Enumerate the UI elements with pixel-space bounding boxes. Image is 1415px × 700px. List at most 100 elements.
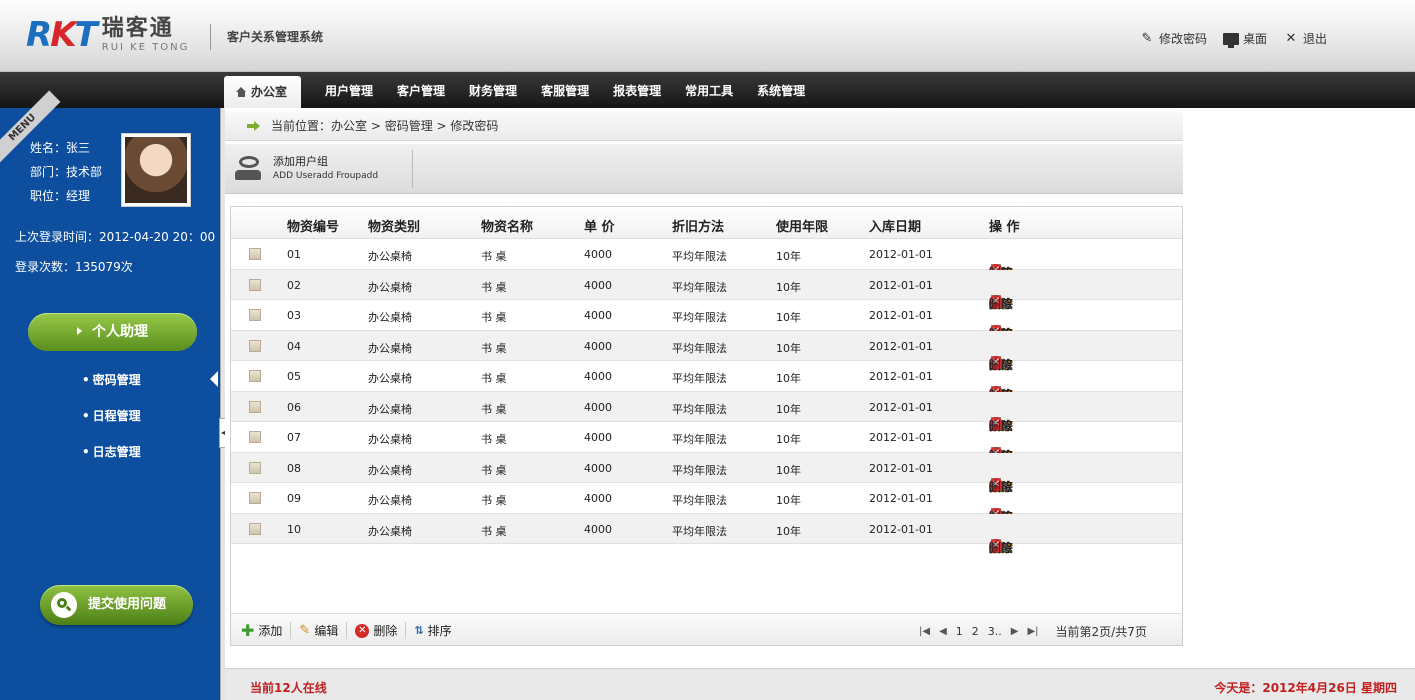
main-nav: 办公室 用户管理 客户管理 财务管理 客服管理 报表管理 常用工具 系统管理: [224, 72, 817, 108]
submit-issue-label: 提交使用问题: [88, 597, 167, 612]
nav-tab-system[interactable]: 系统管理: [745, 72, 817, 108]
system-title: 客户关系管理系统: [227, 30, 324, 44]
cell-date: 2012-01-01: [869, 522, 933, 536]
cell-category: 办公桌椅: [368, 280, 412, 294]
cell-id: 10: [287, 522, 301, 536]
cell-date: 2012-01-01: [869, 248, 933, 261]
app-header: RKT 瑞客通 RUI KE TONG 客户关系管理系统 ✎ 修改密码 桌面 ✕…: [0, 0, 1415, 72]
cell-price: 4000: [584, 522, 612, 536]
row-checkbox[interactable]: [249, 339, 261, 352]
change-password-link[interactable]: ✎ 修改密码: [1139, 30, 1207, 47]
nav-tab-reports[interactable]: 报表管理: [601, 72, 673, 108]
cell-category: 办公桌椅: [368, 433, 412, 446]
header-divider: [210, 24, 211, 50]
cell-method: 平均年限法: [672, 402, 727, 416]
cell-years: 10年: [776, 433, 801, 446]
cell-id: 05: [287, 370, 301, 383]
row-checkbox[interactable]: [249, 431, 261, 443]
sidebar-item-label: 日志管理: [92, 445, 141, 459]
cell-category: 办公桌椅: [368, 463, 412, 477]
sidebar-item-schedule[interactable]: • 日程管理: [82, 406, 141, 442]
logout-link[interactable]: ✕ 退出: [1283, 30, 1327, 47]
row-checkbox[interactable]: [249, 278, 261, 291]
cell-price: 4000: [584, 370, 612, 383]
delete-button[interactable]: ✕ 删除: [355, 622, 407, 639]
add-user-group-button[interactable]: 添加用户组 ADD Useradd Froupadd: [233, 150, 414, 188]
prev-page-icon[interactable]: ◀: [939, 626, 947, 637]
row-checkbox[interactable]: [249, 248, 261, 260]
cell-years: 10年: [776, 463, 801, 477]
breadcrumb: 当前位置： 办公室 > 密码管理 > 修改密码: [225, 111, 1183, 141]
avatar-image: [125, 137, 187, 203]
table-body: 01办公桌椅书 桌4000平均年限法10年2012-01-01发放⚒维修报废✕删…: [231, 239, 1182, 555]
cell-method: 平均年限法: [672, 250, 727, 263]
row-checkbox[interactable]: [249, 370, 261, 382]
column-header-actions: 操 作: [989, 220, 1020, 235]
cell-date: 2012-01-01: [869, 278, 933, 292]
table-row: 03办公桌椅书 桌4000平均年限法10年2012-01-01发放⚒维修报废✕删…: [231, 300, 1182, 341]
cell-price: 4000: [584, 400, 612, 414]
cell-price: 4000: [584, 309, 612, 322]
page-2[interactable]: 2: [972, 625, 979, 638]
nav-tab-tools[interactable]: 常用工具: [673, 72, 745, 108]
cell-id: 09: [287, 492, 301, 505]
delete-icon: ✕: [355, 623, 370, 638]
arrow-right-icon: [247, 120, 261, 131]
sort-button[interactable]: ⇅ 排序: [414, 622, 459, 639]
row-checkbox[interactable]: [249, 492, 261, 504]
nav-tab-customers[interactable]: 客户管理: [385, 72, 457, 108]
cell-id: 03: [287, 309, 301, 322]
table-row: 08办公桌椅书 桌4000平均年限法10年2012-01-01发放⚒维修报废✕删…: [231, 452, 1182, 494]
cell-method: 平均年限法: [672, 524, 727, 538]
cell-price: 4000: [584, 461, 612, 475]
logout-label: 退出: [1302, 32, 1327, 46]
first-page-icon[interactable]: |◀: [919, 626, 930, 637]
table-row: 05办公桌椅书 桌4000平均年限法10年2012-01-01发放⚒维修报废✕删…: [231, 361, 1182, 402]
login-info: 上次登录时间：2012-04-20 20：00 登录次数：135079次: [15, 222, 215, 282]
add-label: 添加: [258, 624, 283, 638]
desktop-link[interactable]: 桌面: [1222, 30, 1267, 48]
cell-category: 办公桌椅: [368, 402, 412, 416]
sidebar-item-log[interactable]: • 日志管理: [82, 442, 141, 478]
cell-years: 10年: [776, 402, 801, 416]
user-position: 职位：经理: [30, 189, 91, 203]
personal-assistant-button[interactable]: 个人助理: [28, 313, 197, 351]
user-group-icon: [233, 154, 263, 184]
nav-tab-users[interactable]: 用户管理: [313, 72, 385, 108]
cell-method: 平均年限法: [672, 311, 727, 324]
last-page-icon[interactable]: ▶|: [1027, 626, 1038, 637]
add-button[interactable]: ✚ 添加: [241, 622, 292, 639]
pagination: |◀ ◀ 1 2 3.. ▶ ▶| 当前第2页/共7页: [919, 623, 1147, 640]
logo-letter-t: T: [74, 15, 98, 55]
page-1[interactable]: 1: [956, 625, 963, 638]
cell-category: 办公桌椅: [368, 494, 412, 507]
row-checkbox[interactable]: [249, 461, 261, 474]
cell-id: 07: [287, 431, 301, 444]
column-header-price: 单 价: [584, 220, 615, 235]
nav-tab-finance[interactable]: 财务管理: [457, 72, 529, 108]
table-row: 07办公桌椅书 桌4000平均年限法10年2012-01-01发放⚒维修报废✕删…: [231, 422, 1182, 463]
edit-button[interactable]: ✎ 编辑: [299, 622, 348, 639]
nav-tab-service[interactable]: 客服管理: [529, 72, 601, 108]
table-row: 10办公桌椅书 桌4000平均年限法10年2012-01-01发放⚒维修报废✕删…: [231, 513, 1182, 555]
user-info: 姓名：张三 部门：技术部 职位：经理: [30, 136, 102, 208]
row-checkbox[interactable]: [249, 309, 261, 321]
last-login-time: 上次登录时间：2012-04-20 20：00: [15, 230, 216, 244]
main-content: 当前位置： 办公室 > 密码管理 > 修改密码 添加用户组 ADD Userad…: [225, 108, 1415, 668]
row-checkbox[interactable]: [249, 522, 261, 535]
cell-id: 01: [287, 248, 301, 261]
sidebar-item-label: 密码管理: [92, 373, 141, 387]
cell-category: 办公桌椅: [368, 250, 412, 263]
next-page-icon[interactable]: ▶: [1011, 626, 1019, 637]
submit-issue-button[interactable]: 提交使用问题: [40, 585, 193, 625]
cell-category: 办公桌椅: [368, 341, 412, 355]
cell-category: 办公桌椅: [368, 524, 412, 538]
user-name: 姓名：张三: [30, 141, 91, 155]
page-3[interactable]: 3..: [988, 625, 1002, 638]
cell-date: 2012-01-01: [869, 339, 933, 353]
nav-tab-label: 办公室: [251, 85, 288, 99]
cell-years: 10年: [776, 311, 801, 324]
nav-tab-office[interactable]: 办公室: [224, 76, 302, 108]
row-checkbox[interactable]: [249, 400, 261, 413]
sidebar-item-password[interactable]: • 密码管理: [82, 370, 218, 406]
